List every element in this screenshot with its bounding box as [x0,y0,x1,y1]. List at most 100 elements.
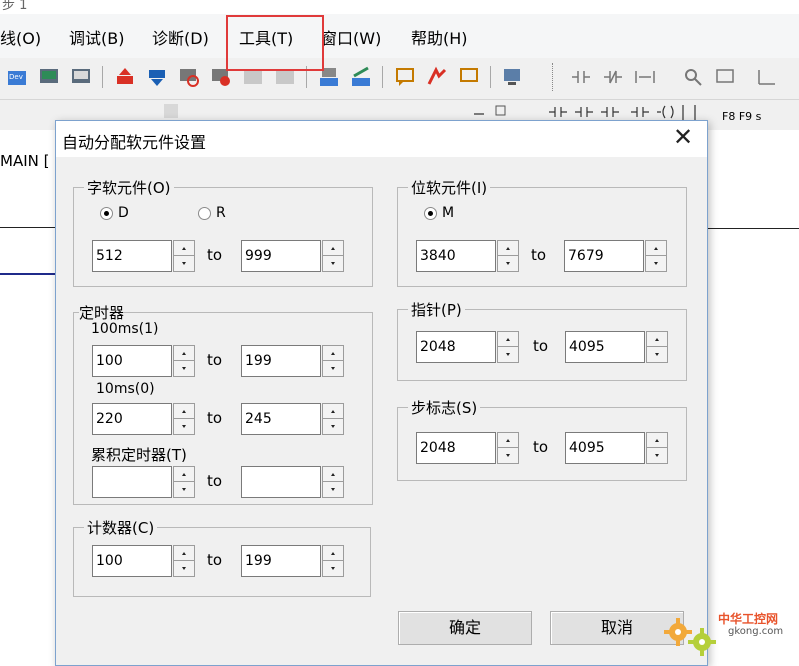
spin-up-icon[interactable] [174,346,194,361]
spin-down-icon[interactable] [323,482,343,497]
spin-up-icon[interactable] [174,241,194,256]
monitor-icon[interactable] [178,66,200,88]
spin-up-icon[interactable] [647,433,667,448]
accum-timer-to-input[interactable] [241,466,321,498]
radio-r-indicator[interactable] [198,206,211,220]
pointer-to-stepper[interactable]: 4095 [565,331,675,363]
counter-to-input[interactable]: 199 [241,545,321,577]
note-icon[interactable] [458,66,480,88]
spin-down-icon[interactable] [647,448,667,463]
spin-down-icon[interactable] [323,419,343,434]
menu-tools[interactable]: 工具(T) [239,25,293,49]
spin-down-icon[interactable] [498,347,518,362]
spin-up-icon[interactable] [323,404,343,419]
timer-10ms-to-input[interactable]: 245 [241,403,321,435]
menu-window[interactable]: 窗口(W) [321,25,381,49]
pointer-to-input[interactable]: 4095 [565,331,645,363]
step-from-input[interactable]: 2048 [416,432,496,464]
bit-from-input[interactable]: 3840 [416,240,496,272]
ladder-tool-icon[interactable] [756,66,778,88]
step-to-stepper[interactable]: 4095 [565,432,675,464]
bit-to-stepper[interactable]: 7679 [564,240,674,272]
radio-d[interactable]: D [100,205,129,221]
pointer-from-input[interactable]: 2048 [416,331,496,363]
dialog-titlebar[interactable]: 自动分配软元件设置 ✕ [56,121,707,157]
spin-up-icon[interactable] [174,404,194,419]
spin-up-icon[interactable] [174,467,194,482]
bit-from-stepper[interactable]: 3840 [416,240,526,272]
timer-10ms-from-input[interactable]: 220 [92,403,172,435]
spin-down-icon[interactable] [174,482,194,497]
radio-m-indicator[interactable] [424,206,437,220]
computer-icon[interactable] [502,66,524,88]
spin-up-icon[interactable] [498,241,518,256]
spin-down-icon[interactable] [323,256,343,271]
spin-down-icon[interactable] [174,361,194,376]
read-plc-icon[interactable] [38,66,60,88]
radio-m[interactable]: M [424,205,454,221]
counter-from-stepper[interactable]: 100 [92,545,202,577]
spin-down-icon[interactable] [498,256,518,271]
spin-up-icon[interactable] [498,433,518,448]
timer-10ms-from-stepper[interactable]: 220 [92,403,202,435]
tab-main[interactable]: MAIN [ [0,152,60,174]
restore-window-icon[interactable] [470,102,510,120]
spin-down-icon[interactable] [323,361,343,376]
ladder-parallel-icon[interactable] [634,66,656,88]
dev-batch-icon[interactable] [350,66,372,88]
transfer-down-icon[interactable] [146,66,168,88]
spin-down-icon[interactable] [174,561,194,576]
word-to-stepper[interactable]: 999 [241,240,351,272]
verify-plc-icon[interactable] [70,66,92,88]
spin-down-icon[interactable] [323,561,343,576]
spin-down-icon[interactable] [647,347,667,362]
timer-100ms-from-stepper[interactable]: 100 [92,345,202,377]
spin-up-icon[interactable] [323,346,343,361]
timer-100ms-from-input[interactable]: 100 [92,345,172,377]
spin-up-icon[interactable] [174,546,194,561]
radio-r[interactable]: R [198,205,226,221]
dev-list-icon[interactable] [318,66,340,88]
menu-debug[interactable]: 调试(B) [69,25,124,49]
comment-icon[interactable] [394,66,416,88]
monitor-stop-icon[interactable] [210,66,232,88]
menu-diagnostics[interactable]: 诊断(D) [152,25,209,49]
spin-up-icon[interactable] [323,467,343,482]
menu-online[interactable]: 线(O) [0,25,41,49]
ok-button[interactable]: 确定 [398,611,532,645]
word-to-input[interactable]: 999 [241,240,321,272]
accum-timer-to-stepper[interactable] [241,466,351,498]
dev-write-icon[interactable]: Dev [6,66,28,88]
pointer-from-stepper[interactable]: 2048 [416,331,526,363]
ladder-contact-icon[interactable] [570,66,592,88]
spin-up-icon[interactable] [323,241,343,256]
accum-timer-from-input[interactable] [92,466,172,498]
timer-10ms-to-stepper[interactable]: 245 [241,403,351,435]
spin-up-icon[interactable] [323,546,343,561]
transfer-up-icon[interactable] [114,66,136,88]
spin-up-icon[interactable] [647,332,667,347]
dropdown-arrow-icon[interactable] [162,102,180,120]
spin-down-icon[interactable] [498,448,518,463]
step-to-input[interactable]: 4095 [565,432,645,464]
word-from-input[interactable]: 512 [92,240,172,272]
spin-up-icon[interactable] [646,241,666,256]
menu-help[interactable]: 帮助(H) [411,25,468,49]
spin-down-icon[interactable] [174,419,194,434]
radio-d-indicator[interactable] [100,206,113,220]
spin-up-icon[interactable] [498,332,518,347]
window-icon[interactable] [714,66,736,88]
ladder-nc-contact-icon[interactable] [602,66,624,88]
bit-to-input[interactable]: 7679 [564,240,644,272]
spin-down-icon[interactable] [174,256,194,271]
timer-100ms-to-stepper[interactable]: 199 [241,345,351,377]
word-from-stepper[interactable]: 512 [92,240,202,272]
toolbar-grip[interactable] [552,63,555,91]
spin-down-icon[interactable] [646,256,666,271]
close-icon[interactable]: ✕ [671,125,695,149]
replace-icon[interactable] [426,66,448,88]
counter-to-stepper[interactable]: 199 [241,545,351,577]
step-from-stepper[interactable]: 2048 [416,432,526,464]
timer-100ms-to-input[interactable]: 199 [241,345,321,377]
accum-timer-from-stepper[interactable] [92,466,202,498]
